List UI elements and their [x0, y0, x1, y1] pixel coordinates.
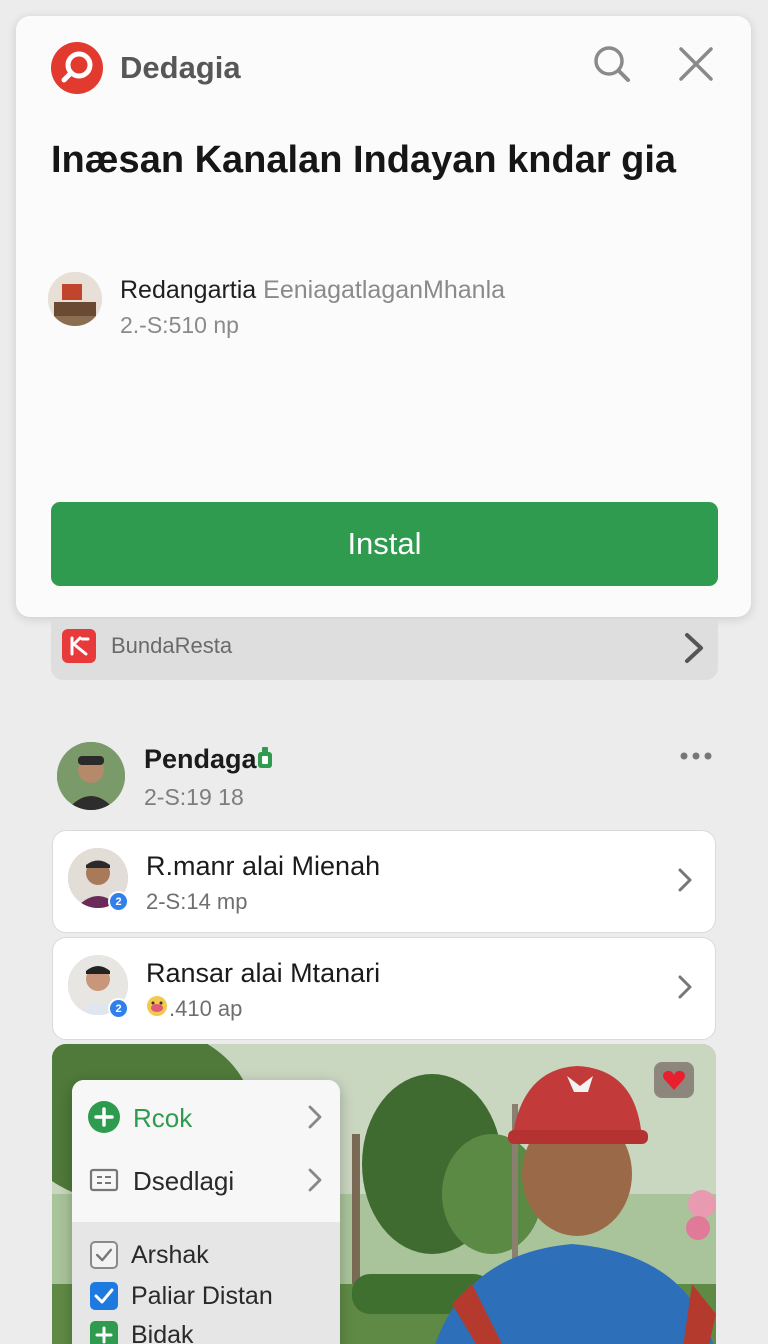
verified-icon — [258, 747, 272, 768]
install-button[interactable]: Instal — [51, 502, 718, 586]
verified-badge-icon: 2 — [108, 891, 129, 912]
publisher-meta: 2.-S:510 np — [120, 312, 239, 338]
app-install-card: Dedagia Inæsan Kanalan Indayan kndar gia… — [16, 16, 751, 617]
verified-badge-icon: 2 — [108, 998, 129, 1019]
app-icon — [62, 629, 96, 663]
chevron-right-icon — [678, 868, 692, 892]
menu-item-rcok[interactable]: Rcok — [72, 1087, 340, 1147]
checkbox-label: Arshak — [131, 1241, 209, 1269]
checkbox-paliar-distan[interactable]: Paliar Distan — [72, 1277, 340, 1315]
bunda-resta-label: BundaResta — [111, 633, 233, 658]
brand-name: Dedagia — [120, 50, 241, 85]
checkbox-checked-icon — [90, 1241, 118, 1269]
list-item-title: R.manr alai Mienah — [146, 851, 381, 881]
checkbox-label: Bidak — [131, 1321, 194, 1344]
publisher-extra: EeniagatlaganMhanla — [263, 276, 506, 304]
like-button[interactable] — [654, 1062, 694, 1098]
list-item-title: Ransar alai Mtanari — [146, 958, 381, 988]
plus-box-icon — [90, 1321, 118, 1344]
list-item-subtitle: 2-S:14 mp — [146, 889, 248, 914]
menu-item-dsedlagi[interactable]: Dsedlagi — [72, 1150, 340, 1210]
list-item[interactable]: 2 R.manr alai Mienah 2-S:14 mp — [52, 830, 716, 933]
search-icon — [594, 46, 630, 82]
heart-icon — [663, 1070, 685, 1090]
chevron-right-icon — [308, 1168, 322, 1192]
bunda-resta-row[interactable]: BundaResta — [51, 620, 718, 680]
list-box-icon — [89, 1168, 119, 1192]
list-item[interactable]: 2 Ransar alai Mtanari .410 ap — [52, 937, 716, 1040]
checkbox-label: Paliar Distan — [131, 1282, 273, 1310]
avatar[interactable] — [57, 742, 125, 810]
brand-logo-icon — [51, 42, 103, 94]
post-timestamp: 2-S:19 18 — [144, 784, 244, 810]
emoji-icon — [147, 996, 167, 1016]
menu-item-label: Dsedlagi — [133, 1166, 235, 1196]
publisher-name[interactable]: Redangartia — [120, 276, 256, 304]
menu-item-label: Rcok — [133, 1103, 193, 1133]
close-icon — [679, 47, 713, 81]
checkbox-bidak[interactable]: Bidak — [72, 1316, 340, 1344]
plus-circle-icon — [88, 1101, 120, 1133]
more-options-icon[interactable] — [678, 748, 714, 764]
checkbox-checked-icon — [90, 1282, 118, 1310]
chevron-right-icon — [685, 633, 703, 663]
list-item-subtitle: .410 ap — [169, 996, 243, 1021]
chevron-right-icon — [678, 975, 692, 999]
search-button[interactable] — [590, 42, 634, 86]
publisher-avatar — [48, 272, 102, 326]
page-title: Inæsan Kanalan Indayan kndar gia — [51, 139, 677, 181]
chevron-right-icon — [308, 1105, 322, 1129]
post-author[interactable]: Pendaga — [144, 744, 257, 775]
close-button[interactable] — [674, 42, 718, 86]
checkbox-arshak[interactable]: Arshak — [72, 1236, 340, 1274]
